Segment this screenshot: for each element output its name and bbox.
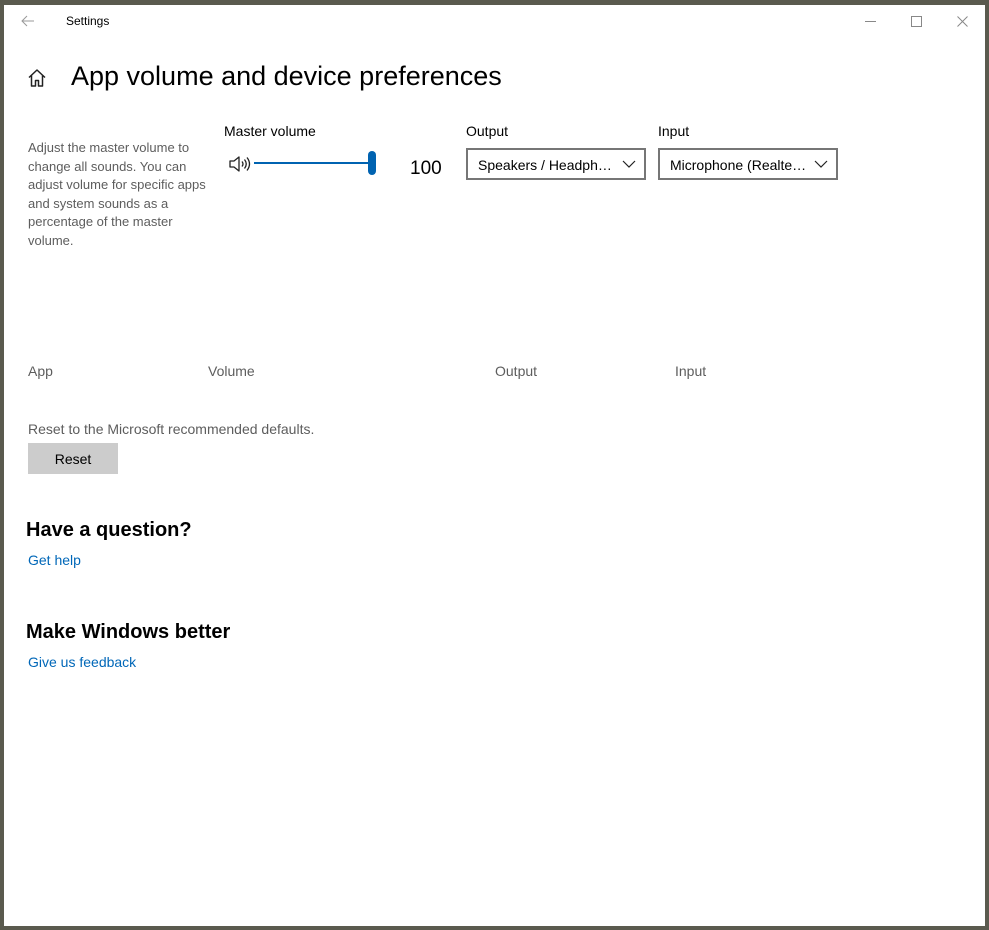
back-button[interactable] — [14, 9, 42, 33]
output-device-dropdown[interactable]: Speakers / Headphones (Realtek(R) Audio) — [466, 148, 646, 180]
maximize-icon — [910, 15, 922, 27]
get-help-link[interactable]: Get help — [28, 552, 81, 568]
column-header-output: Output — [495, 363, 538, 379]
slider-thumb[interactable] — [368, 151, 376, 175]
settings-window: Settings App volume and device preferenc… — [4, 5, 985, 926]
title-bar: Settings — [4, 5, 985, 37]
speaker-icon[interactable] — [228, 154, 252, 174]
window-title: Settings — [66, 14, 110, 28]
chevron-down-icon — [622, 160, 636, 168]
home-icon[interactable] — [26, 67, 48, 89]
slider-track — [254, 162, 372, 164]
reset-button[interactable]: Reset — [28, 443, 118, 474]
master-volume-slider[interactable] — [254, 151, 376, 175]
make-windows-better-heading: Make Windows better — [26, 621, 231, 643]
minimize-icon — [864, 20, 876, 22]
master-volume-value: 100 — [410, 158, 442, 179]
reset-description: Reset to the Microsoft recommended defau… — [28, 421, 315, 437]
input-label: Input — [658, 123, 690, 139]
column-header-volume: Volume — [208, 363, 255, 379]
question-heading: Have a question? — [26, 519, 192, 541]
input-device-selected: Microphone (Realtek(R) Audio) — [670, 157, 808, 173]
chevron-down-icon — [814, 160, 828, 168]
give-feedback-link[interactable]: Give us feedback — [28, 654, 136, 670]
column-header-input: Input — [675, 363, 707, 379]
close-icon — [956, 15, 968, 27]
master-volume-description: Adjust the master volume to change all s… — [28, 140, 206, 248]
close-button[interactable] — [939, 5, 985, 37]
maximize-button[interactable] — [893, 5, 939, 37]
minimize-button[interactable] — [847, 5, 893, 37]
back-arrow-icon — [21, 15, 34, 27]
page-title: App volume and device preferences — [71, 61, 502, 91]
input-device-dropdown[interactable]: Microphone (Realtek(R) Audio) — [658, 148, 838, 180]
output-label: Output — [466, 123, 509, 139]
master-volume-label: Master volume — [224, 123, 316, 139]
column-header-app: App — [28, 363, 53, 379]
output-device-selected: Speakers / Headphones (Realtek(R) Audio) — [478, 157, 616, 173]
